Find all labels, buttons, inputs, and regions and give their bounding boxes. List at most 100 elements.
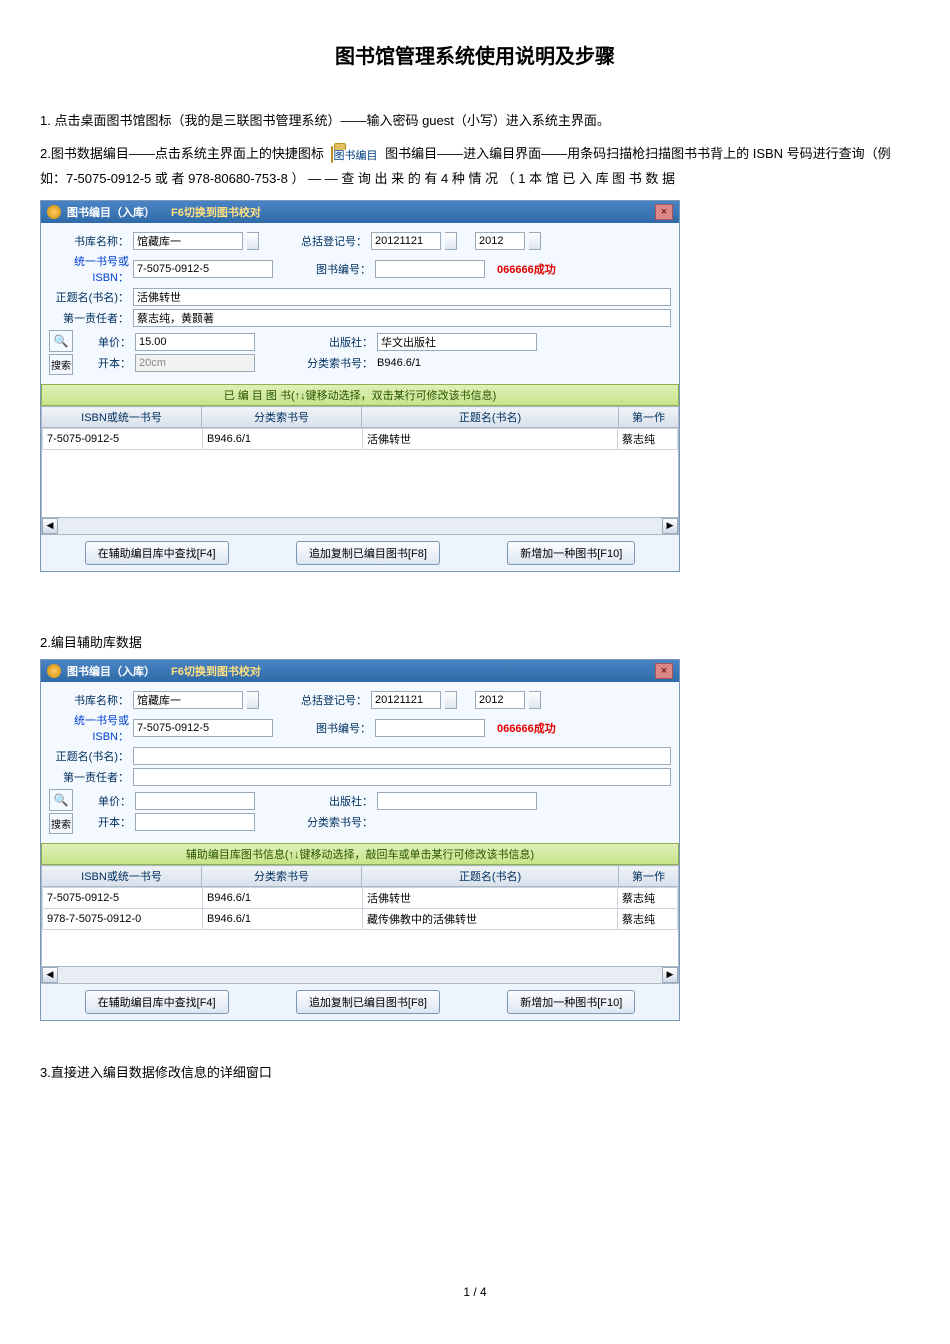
window-subtitle: F6切换到图书校对	[171, 663, 261, 679]
grid-header-bar: 辅助编目库图书信息(↑↓键移动选择，敲回车或单击某行可修改该书信息)	[41, 843, 679, 865]
label-author: 第一责任者：	[49, 769, 129, 785]
cell-title: 藏传佛教中的活佛转世	[363, 909, 618, 930]
table-row[interactable]: 7-5075-0912-5 B946.6/1 活佛转世 蔡志纯	[43, 429, 678, 450]
close-button[interactable]: ×	[655, 204, 673, 220]
cell-author: 蔡志纯	[618, 888, 678, 909]
window-title: 图书编目（入库）	[67, 663, 155, 679]
input-isbn[interactable]	[133, 719, 273, 737]
regno-spinner[interactable]	[445, 691, 457, 709]
input-regno[interactable]	[371, 691, 441, 709]
horizontal-scrollbar[interactable]: ◀ ▶	[41, 518, 679, 535]
scroll-left-button[interactable]: ◀	[42, 518, 58, 534]
scroll-right-button[interactable]: ▶	[662, 967, 678, 983]
cell-classno: B946.6/1	[203, 429, 363, 450]
scroll-left-button[interactable]: ◀	[42, 967, 58, 983]
year-spinner[interactable]	[529, 691, 541, 709]
input-year[interactable]	[475, 691, 525, 709]
catalog-shortcut-icon[interactable]: 图书编目	[331, 143, 377, 167]
col-classno[interactable]: 分类索书号	[202, 866, 362, 887]
label-libname: 书库名称：	[49, 692, 129, 708]
label-publisher: 出版社：	[323, 793, 373, 809]
input-isbn[interactable]	[133, 260, 273, 278]
grid-table: ISBN或统一书号 分类索书号 正题名(书名) 第一作	[41, 406, 679, 428]
search-text-button[interactable]: 搜索	[49, 354, 73, 375]
label-classno: 分类索书号：	[303, 355, 373, 371]
step2-before: 2.图书数据编目——点击系统主界面上的快捷图标	[40, 146, 324, 161]
success-text: 066666成功	[497, 720, 556, 736]
section3-heading: 3.直接进入编目数据修改信息的详细窗口	[40, 1061, 910, 1084]
search-icon-button[interactable]: 🔍	[49, 330, 73, 352]
step1-text: 1. 点击桌面图书馆图标（我的是三联图书管理系统）——输入密码 guest（小写…	[40, 109, 910, 132]
input-year[interactable]	[475, 232, 525, 250]
label-bookno: 图书编号：	[311, 261, 371, 277]
input-regno[interactable]	[371, 232, 441, 250]
label-titlename: 正题名(书名)：	[49, 748, 129, 764]
col-title[interactable]: 正题名(书名)	[362, 866, 619, 887]
input-titlename[interactable]	[133, 747, 671, 765]
label-regno: 总括登记号：	[297, 692, 367, 708]
cell-isbn: 978-7-5075-0912-0	[43, 909, 203, 930]
btn-add-new[interactable]: 新增加一种图书[F10]	[507, 990, 635, 1014]
window-subtitle: F6切换到图书校对	[171, 204, 261, 220]
input-titlename[interactable]	[133, 288, 671, 306]
cell-classno: B946.6/1	[203, 888, 363, 909]
label-classno: 分类索书号：	[303, 814, 373, 830]
btn-copy-append[interactable]: 追加复制已编目图书[F8]	[296, 990, 440, 1014]
regno-spinner[interactable]	[445, 232, 457, 250]
col-author[interactable]: 第一作	[619, 407, 679, 428]
btn-find-aux[interactable]: 在辅助编目库中查找[F4]	[85, 990, 229, 1014]
input-price[interactable]	[135, 792, 255, 810]
btn-copy-append[interactable]: 追加复制已编目图书[F8]	[296, 541, 440, 565]
input-libname[interactable]	[133, 691, 243, 709]
input-price[interactable]	[135, 333, 255, 351]
section2-heading: 2.编目辅助库数据	[40, 632, 910, 651]
grid-header-bar: 已 编 目 图 书(↑↓键移动选择，双击某行可修改该书信息)	[41, 384, 679, 406]
search-icon-button[interactable]: 🔍	[49, 789, 73, 811]
table-row[interactable]: 7-5075-0912-5 B946.6/1 活佛转世 蔡志纯	[43, 888, 678, 909]
catalog-window-2: 图书编目（入库） F6切换到图书校对 × 书库名称： 总括登记号： 统一书号或I…	[40, 659, 680, 1021]
scroll-track[interactable]	[58, 967, 662, 983]
input-bookno[interactable]	[375, 719, 485, 737]
titlebar: 图书编目（入库） F6切换到图书校对 ×	[41, 201, 679, 223]
scroll-right-button[interactable]: ▶	[662, 518, 678, 534]
window-title: 图书编目（入库）	[67, 204, 155, 220]
col-isbn[interactable]: ISBN或统一书号	[42, 866, 202, 887]
btn-find-aux[interactable]: 在辅助编目库中查找[F4]	[85, 541, 229, 565]
input-format	[135, 354, 255, 372]
page-title: 图书馆管理系统使用说明及步骤	[40, 40, 910, 69]
titlebar: 图书编目（入库） F6切换到图书校对 ×	[41, 660, 679, 682]
input-publisher[interactable]	[377, 792, 537, 810]
horizontal-scrollbar[interactable]: ◀ ▶	[41, 967, 679, 984]
success-text: 066666成功	[497, 261, 556, 277]
btn-add-new[interactable]: 新增加一种图书[F10]	[507, 541, 635, 565]
app-icon	[47, 664, 61, 678]
col-title[interactable]: 正题名(书名)	[362, 407, 619, 428]
input-author[interactable]	[133, 768, 671, 786]
input-publisher[interactable]	[377, 333, 537, 351]
scroll-track[interactable]	[58, 518, 662, 534]
col-isbn[interactable]: ISBN或统一书号	[42, 407, 202, 428]
cell-title: 活佛转世	[363, 888, 618, 909]
icon-label: 图书编目	[333, 150, 377, 162]
cell-isbn: 7-5075-0912-5	[43, 888, 203, 909]
close-button[interactable]: ×	[655, 663, 673, 679]
input-libname[interactable]	[133, 232, 243, 250]
libname-spinner[interactable]	[247, 691, 259, 709]
label-regno: 总括登记号：	[297, 233, 367, 249]
cell-title: 活佛转世	[363, 429, 618, 450]
input-format[interactable]	[135, 813, 255, 831]
input-bookno[interactable]	[375, 260, 485, 278]
year-spinner[interactable]	[529, 232, 541, 250]
col-classno[interactable]: 分类索书号	[202, 407, 362, 428]
input-author[interactable]	[133, 309, 671, 327]
table-row[interactable]: 978-7-5075-0912-0 B946.6/1 藏传佛教中的活佛转世 蔡志…	[43, 909, 678, 930]
libname-spinner[interactable]	[247, 232, 259, 250]
label-isbn: 统一书号或ISBN：	[49, 253, 129, 285]
search-text-button[interactable]: 搜索	[49, 813, 73, 834]
label-bookno: 图书编号：	[311, 720, 371, 736]
col-author[interactable]: 第一作	[619, 866, 679, 887]
cell-author: 蔡志纯	[618, 429, 678, 450]
label-publisher: 出版社：	[323, 334, 373, 350]
app-icon	[47, 205, 61, 219]
cell-isbn: 7-5075-0912-5	[43, 429, 203, 450]
